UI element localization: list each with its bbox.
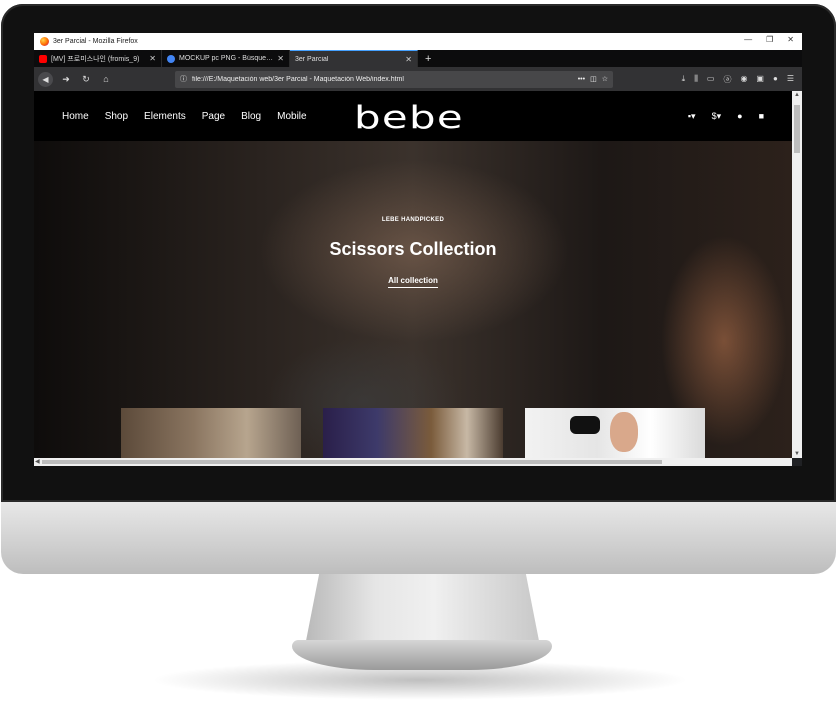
tab-google-search[interactable]: MOCKUP pc PNG - Búsqueda de ✕ xyxy=(162,50,290,67)
avatar-icon[interactable]: ● xyxy=(773,74,778,85)
monitor-stand-neck xyxy=(305,574,540,646)
scrollbar-thumb[interactable] xyxy=(42,460,662,464)
menu-item-shop[interactable]: Shop xyxy=(105,111,128,122)
pocket-icon[interactable]: ◫ xyxy=(590,75,597,83)
collection-thumbnail[interactable] xyxy=(121,408,301,458)
url-bar[interactable]: ⓘ file:///E:/Maquetación web/3er Parcial… xyxy=(175,70,613,88)
back-arrow-icon[interactable]: ◀ xyxy=(38,71,53,87)
toolbar-extensions: ⤓ ⫼ ▭ ⓐ ◉ ▣ ● ☰ xyxy=(682,74,798,85)
all-collection-link[interactable]: All collection xyxy=(388,276,438,288)
google-icon xyxy=(167,54,175,63)
scrollbar-thumb[interactable] xyxy=(794,105,800,153)
scroll-down-icon[interactable]: ▼ xyxy=(794,451,800,457)
menu-item-blog[interactable]: Blog xyxy=(241,111,261,122)
new-tab-button[interactable]: + xyxy=(418,50,438,67)
forward-arrow-icon[interactable]: ➜ xyxy=(59,74,73,85)
language-flag-icon[interactable]: ▪▾ xyxy=(688,111,696,122)
currency-symbol: $ xyxy=(711,110,717,121)
hero-eyebrow: LEBE HANDPICKED xyxy=(381,217,445,223)
window-title: 3er Parcial - Mozilla Firefox xyxy=(53,38,138,45)
firefox-icon xyxy=(40,37,49,46)
reload-icon[interactable]: ↻ xyxy=(79,74,93,85)
url-text[interactable]: file:///E:/Maquetación web/3er Parcial -… xyxy=(192,76,573,83)
collection-thumbnail[interactable] xyxy=(525,408,705,458)
amazon-icon[interactable]: ⓐ xyxy=(723,74,731,85)
main-menu: Home Shop Elements Page Blog Mobile xyxy=(62,111,307,122)
restore-button[interactable]: ❐ xyxy=(766,35,773,44)
info-icon[interactable]: ⓘ xyxy=(180,74,187,84)
menu-item-home[interactable]: Home xyxy=(62,111,89,122)
scroll-up-icon[interactable]: ▲ xyxy=(794,92,800,98)
tab-label: 3er Parcial xyxy=(295,55,329,63)
tab-close-icon[interactable]: ✕ xyxy=(277,54,284,63)
page-actions-icon[interactable]: ••• xyxy=(578,76,585,83)
library-icon[interactable]: ⫼ xyxy=(694,74,698,85)
currency-selector[interactable]: $▾ xyxy=(712,111,722,122)
tab-youtube[interactable]: [MV] 프로미스나인 (fromis_9) ✕ xyxy=(34,50,162,67)
cart-icon[interactable]: ■ xyxy=(759,111,764,121)
tab-close-icon[interactable]: ✕ xyxy=(405,55,412,64)
youtube-icon xyxy=(39,54,47,63)
download-icon[interactable]: ⤓ xyxy=(682,74,686,85)
menu-item-elements[interactable]: Elements xyxy=(144,111,186,122)
hero-banner: LEBE HANDPICKED Scissors Collection All … xyxy=(34,141,792,458)
menu-item-mobile[interactable]: Mobile xyxy=(277,111,306,122)
monitor-stand-base xyxy=(292,640,552,670)
user-icon[interactable]: ● xyxy=(737,111,742,121)
window-titlebar: 3er Parcial - Mozilla Firefox — ❐ ✕ xyxy=(34,33,802,50)
face-image xyxy=(610,412,638,452)
sidebar-icon[interactable]: ▭ xyxy=(707,74,715,85)
home-icon[interactable]: ⌂ xyxy=(99,74,113,84)
hero-title: Scissors Collection xyxy=(329,239,497,259)
tab-3er-parcial[interactable]: 3er Parcial ✕ xyxy=(290,50,418,67)
monitor-chin xyxy=(1,502,836,574)
tab-close-icon[interactable]: ✕ xyxy=(149,54,156,63)
bookmark-star-icon[interactable]: ☆ xyxy=(602,75,608,83)
menu-icon[interactable]: ☰ xyxy=(787,74,794,85)
header-actions: ▪▾ $▾ ● ■ xyxy=(688,111,764,122)
collection-thumbnail[interactable] xyxy=(323,408,503,458)
account-icon[interactable]: ◉ xyxy=(740,74,747,85)
close-window-button[interactable]: ✕ xyxy=(787,35,794,44)
minimize-button[interactable]: — xyxy=(744,35,752,44)
horizontal-scrollbar[interactable]: ◀ xyxy=(34,458,792,466)
gloved-hand-image xyxy=(570,416,600,434)
navigation-toolbar: ◀ ➜ ↻ ⌂ ⓘ file:///E:/Maquetación web/3er… xyxy=(34,67,802,91)
tab-label: MOCKUP pc PNG - Búsqueda de xyxy=(179,55,274,62)
site-logo[interactable]: bebe xyxy=(354,100,464,136)
menu-item-page[interactable]: Page xyxy=(202,111,225,122)
site-header: Home Shop Elements Page Blog Mobile bebe… xyxy=(34,91,792,141)
screen: 3er Parcial - Mozilla Firefox — ❐ ✕ [MV]… xyxy=(34,33,802,466)
extension-icon[interactable]: ▣ xyxy=(756,74,764,85)
vertical-scrollbar[interactable]: ▲ ▼ xyxy=(792,91,802,458)
tab-strip: [MV] 프로미스나인 (fromis_9) ✕ MOCKUP pc PNG -… xyxy=(34,50,802,67)
scroll-left-icon[interactable]: ◀ xyxy=(35,458,40,465)
tab-label: [MV] 프로미스나인 (fromis_9) xyxy=(51,55,140,63)
window-controls: — ❐ ✕ xyxy=(744,35,794,44)
hero-link-wrapper: All collection xyxy=(34,276,792,288)
web-page: Home Shop Elements Page Blog Mobile bebe… xyxy=(34,91,792,458)
